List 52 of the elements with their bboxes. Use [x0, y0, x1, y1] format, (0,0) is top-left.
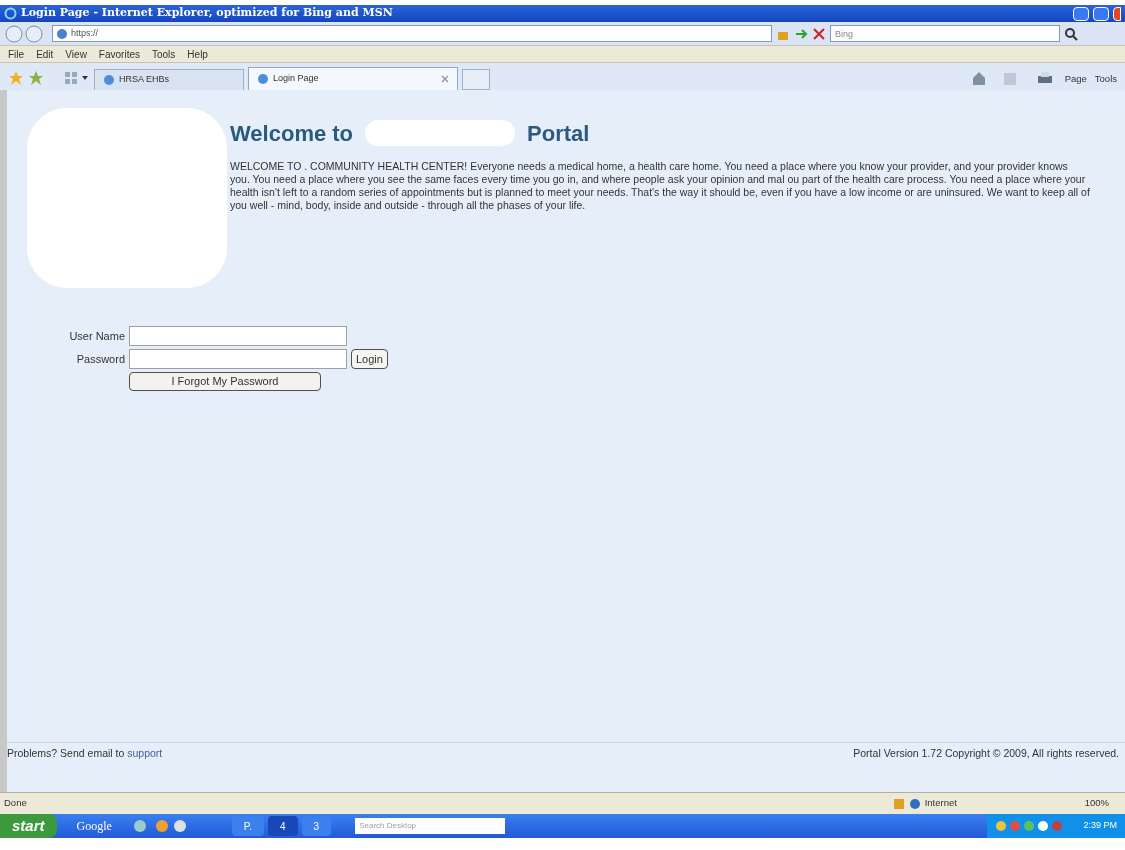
page-heading: Portal [527, 119, 590, 148]
printer-icon[interactable] [1036, 70, 1053, 86]
support-link[interactable]: support [127, 747, 163, 759]
maximize-button[interactable] [1093, 6, 1109, 21]
favorites-star-icon[interactable] [8, 70, 24, 86]
support-text: Problems? Send email to support [7, 746, 163, 761]
search-icon[interactable] [1064, 26, 1078, 41]
browser-tab[interactable]: HRSA EHBs [94, 69, 244, 90]
close-icon[interactable] [441, 75, 449, 83]
address-field[interactable]: https:// [52, 25, 772, 42]
globe-icon [908, 797, 921, 810]
page-icon [57, 28, 67, 39]
start-button[interactable]: start [0, 814, 57, 838]
window-title: Login Page - Internet Explorer, optimized for Bing and MSN [21, 5, 393, 22]
clock: 2:39 PM [1083, 819, 1117, 833]
command-menu[interactable]: Tools [1094, 71, 1117, 86]
taskbar-button[interactable]: 4 [268, 816, 298, 836]
page-heading: Welcome to [230, 119, 354, 148]
close-button[interactable] [1113, 6, 1121, 21]
minimize-button[interactable] [1073, 6, 1089, 21]
close-icon[interactable] [812, 26, 826, 41]
browser-icon [4, 7, 17, 20]
menu-item[interactable]: Help [187, 46, 208, 62]
page-icon [103, 74, 115, 86]
status-text: Done [4, 796, 27, 811]
add-favorite-icon[interactable] [28, 70, 44, 86]
login-button[interactable]: Login [351, 349, 388, 369]
search-field[interactable]: Bing [830, 25, 1060, 42]
home-icon[interactable] [970, 70, 987, 86]
forgot-password-button[interactable]: I Forgot My Password [129, 372, 321, 391]
password-field[interactable] [129, 349, 347, 369]
taskbar-button[interactable]: 3 [301, 816, 332, 836]
menu-item[interactable]: View [65, 46, 87, 62]
password-label: Password [75, 351, 125, 367]
google-toolbar[interactable]: Google [76, 817, 112, 835]
user-name-label: User Name [68, 328, 125, 344]
menu-item[interactable]: Tools [152, 46, 176, 62]
zone-text: Internet [924, 796, 958, 811]
browser-tab[interactable]: Login Page [248, 67, 458, 90]
welcome-paragraph: WELCOME TO . COMMUNITY HEALTH CENTER! Everyone needs a medical home, a health care home. You need a place where you know your provider, and your provider knows you. You need a place where you see the same faces every time you go in, and where people ask your opinion and mal ou part of the health care process. You need a place where your health isn't left to a random series of appointments but is planned to meet your needs. That's the way it should be, even if you have a low income or are uninsured. We want to keep all of you well - mind, body, inside and outside - through all the phases of your life. [230, 160, 1090, 212]
quick-tabs-icon[interactable] [64, 70, 90, 86]
command-menu[interactable]: Page [1064, 71, 1087, 86]
page-icon [257, 73, 269, 85]
menu-item[interactable]: File [8, 46, 25, 62]
zoom-control[interactable]: 100% [1084, 796, 1109, 811]
user-name-field[interactable] [129, 326, 347, 346]
menu-item[interactable]: Favorites [98, 46, 140, 62]
version-text: Portal Version 1.72 Copyright © 2009, All rights reserved. [853, 746, 1119, 761]
refresh-icon[interactable] [794, 26, 808, 41]
new-tab-button[interactable] [462, 69, 490, 90]
menu-item[interactable]: Edit [36, 46, 54, 62]
taskbar-button[interactable]: P. [231, 816, 264, 836]
